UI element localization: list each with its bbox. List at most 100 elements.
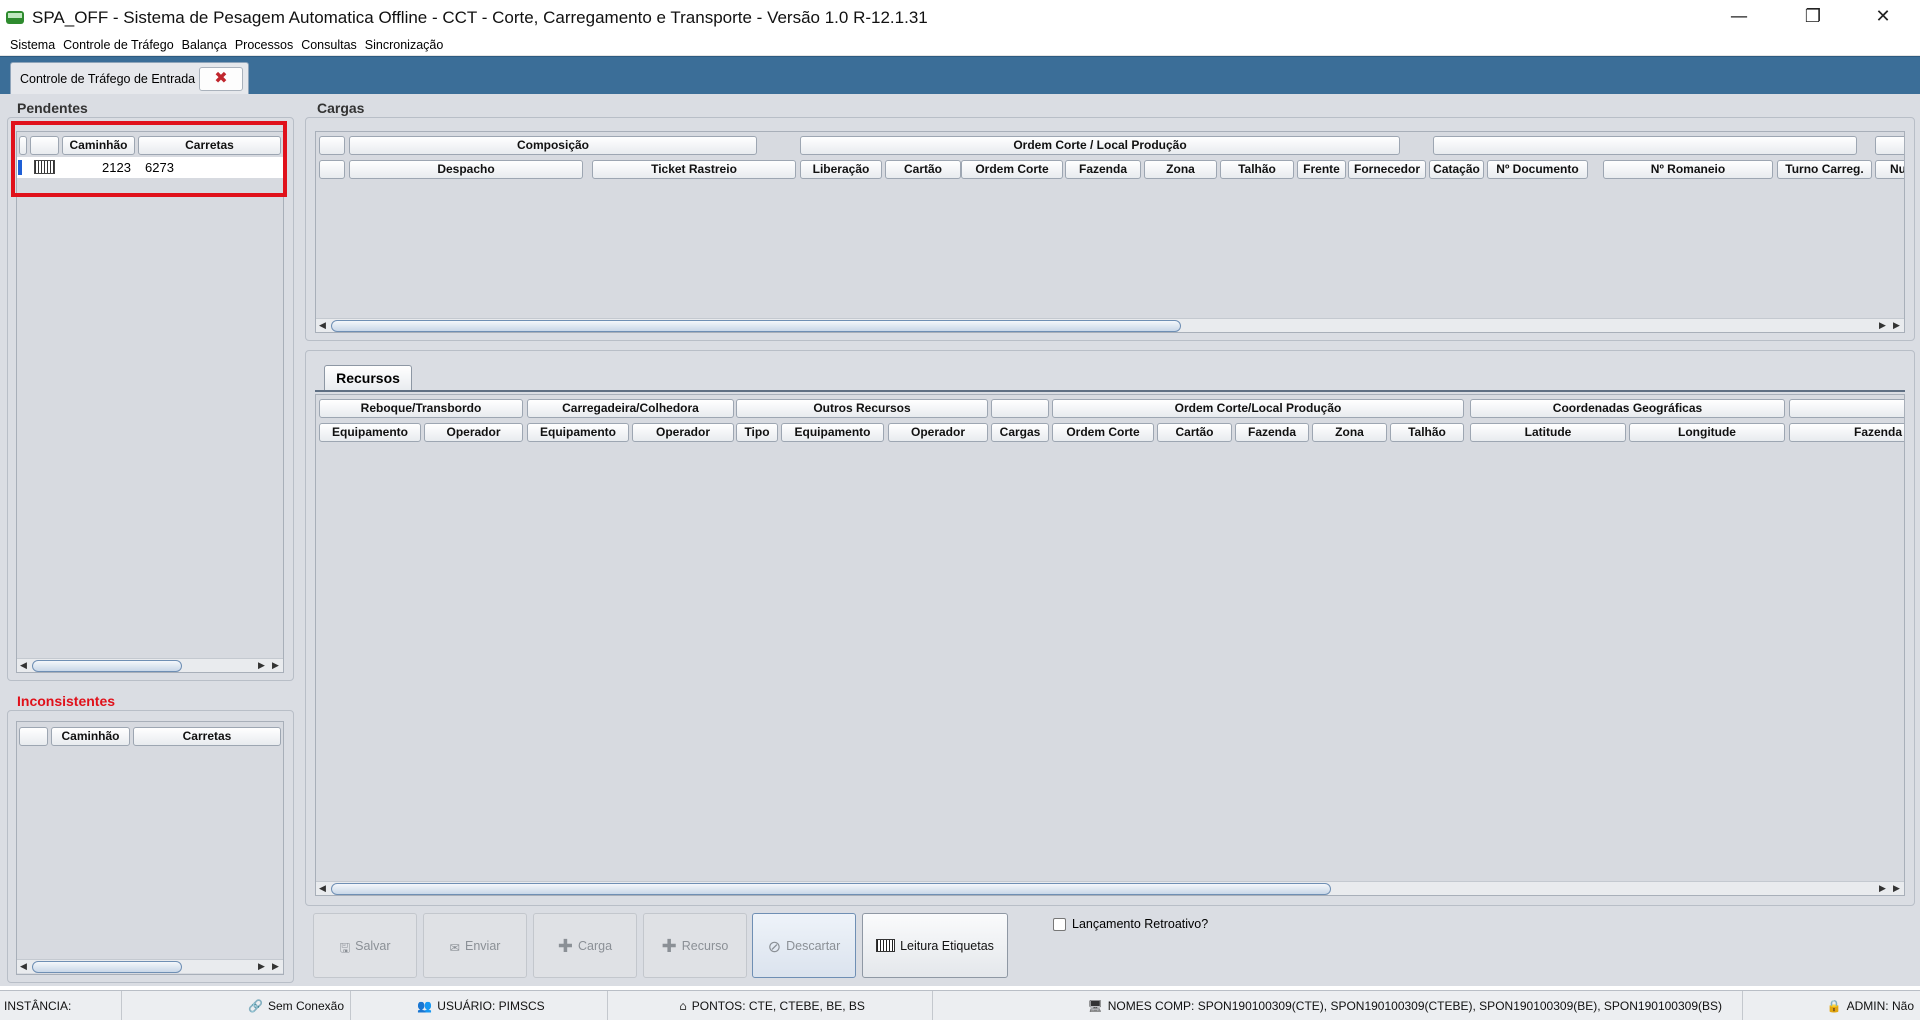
recursos-col-equipamento-2[interactable]: Equipamento <box>527 423 629 442</box>
recursos-col-ordem-corte[interactable]: Ordem Corte <box>1052 423 1154 442</box>
inconsistentes-hscrollbar[interactable]: ◀ ▶ ▶ <box>17 959 283 973</box>
cargas-col-frente[interactable]: Frente <box>1297 160 1346 179</box>
menu-balanca[interactable]: Balança <box>178 34 231 56</box>
menu-sistema[interactable]: Sistema <box>6 34 59 56</box>
recursos-col-operador[interactable]: Operador <box>424 423 523 442</box>
tab-recursos[interactable]: Recursos <box>324 365 412 391</box>
tab-controle-trafego-entrada[interactable]: Controle de Tráfego de Entrada ✖ <box>10 62 249 94</box>
recursos-col-equipamento[interactable]: Equipamento <box>319 423 421 442</box>
recursos-col-cargas[interactable]: Cargas <box>991 423 1049 442</box>
scroll-left-icon[interactable]: ◀ <box>17 960 30 974</box>
scroll-right-icon[interactable]: ▶ <box>255 960 268 974</box>
tab-label: Controle de Tráfego de Entrada <box>20 72 196 86</box>
scroll-right-icon[interactable]: ▶ <box>1876 882 1889 895</box>
recursos-group-blank[interactable] <box>1789 399 1904 418</box>
recursos-col-operador-2[interactable]: Operador <box>632 423 734 442</box>
cargas-col-romaneio[interactable]: Nº Romaneio <box>1603 160 1773 179</box>
document-tab-strip <box>0 56 1920 94</box>
recursos-col-talhao[interactable]: Talhão <box>1390 423 1464 442</box>
pendentes-hscrollbar[interactable]: ◀ ▶ ▶ <box>17 658 283 672</box>
menu-controle-trafego[interactable]: Controle de Tráfego <box>59 34 178 56</box>
menu-sincronizacao[interactable]: Sincronização <box>361 34 448 56</box>
scroll-left-icon[interactable]: ◀ <box>316 319 329 332</box>
cargas-col-nu[interactable]: Nu <box>1875 160 1904 179</box>
inconsistentes-col-select[interactable] <box>19 727 48 746</box>
recursos-group-coordenadas[interactable]: Coordenadas Geográficas <box>1470 399 1785 418</box>
cargas-col-fazenda[interactable]: Fazenda <box>1065 160 1141 179</box>
scroll-right-icon[interactable]: ▶ <box>255 659 268 672</box>
recursos-col-longitude[interactable]: Longitude <box>1629 423 1785 442</box>
descartar-button[interactable]: ⊘ Descartar <box>752 913 856 978</box>
scroll-right-icon[interactable]: ▶ <box>1890 882 1903 895</box>
close-window-button[interactable]: ✕ <box>1850 0 1916 34</box>
scroll-thumb[interactable] <box>32 961 182 973</box>
recurso-label: Recurso <box>681 939 729 953</box>
scroll-right-icon[interactable]: ▶ <box>269 659 282 672</box>
inconsistentes-col-caminhao[interactable]: Caminhão <box>51 727 130 746</box>
status-bar: INSTÂNCIA: 🔗 Sem Conexão 👥 USUÁRIO: PIMSCS… <box>0 990 1920 1020</box>
cargas-group-select[interactable] <box>319 136 345 155</box>
scroll-left-icon[interactable]: ◀ <box>17 659 30 672</box>
cargas-col-talhao[interactable]: Talhão <box>1220 160 1294 179</box>
retroativo-checkbox[interactable] <box>1053 918 1066 931</box>
recursos-group-outros[interactable]: Outros Recursos <box>736 399 988 418</box>
cargas-col-liberacao[interactable]: Liberação <box>800 160 882 179</box>
scale-icon: ⌂ <box>679 999 687 1013</box>
recursos-hscrollbar[interactable]: ◀ ▶ ▶ <box>316 881 1904 895</box>
scroll-right-icon[interactable]: ▶ <box>269 960 282 974</box>
cargas-group-composicao[interactable]: Composição <box>349 136 757 155</box>
recursos-group-carregadeira[interactable]: Carregadeira/Colhedora <box>527 399 734 418</box>
recursos-group-reboque[interactable]: Reboque/Transbordo <box>319 399 523 418</box>
cargas-col-documento[interactable]: Nº Documento <box>1487 160 1588 179</box>
recursos-col-fazenda-2[interactable]: Fazenda <box>1789 423 1904 442</box>
recursos-group-cargas[interactable] <box>991 399 1049 418</box>
scroll-right-icon[interactable]: ▶ <box>1890 319 1903 332</box>
recursos-col-fazenda[interactable]: Fazenda <box>1235 423 1309 442</box>
recursos-col-zona[interactable]: Zona <box>1312 423 1387 442</box>
enviar-button[interactable]: ✉ Enviar <box>423 913 527 978</box>
cargas-col-despacho[interactable]: Despacho <box>349 160 583 179</box>
recursos-col-cartao[interactable]: Cartão <box>1157 423 1232 442</box>
link-icon: 🔗 <box>248 999 263 1013</box>
status-admin-text: ADMIN: Não <box>1846 999 1914 1013</box>
recursos-col-operador-3[interactable]: Operador <box>888 423 988 442</box>
cargas-col-turno[interactable]: Turno Carreg. <box>1777 160 1872 179</box>
cargas-col-cartao[interactable]: Cartão <box>885 160 961 179</box>
cargas-col-ticket[interactable]: Ticket Rastreio <box>592 160 796 179</box>
scroll-thumb[interactable] <box>32 660 182 672</box>
recursos-col-equipamento-3[interactable]: Equipamento <box>781 423 884 442</box>
recursos-col-latitude[interactable]: Latitude <box>1470 423 1626 442</box>
cargas-col-select[interactable] <box>319 160 345 179</box>
add-carga-button[interactable]: ✚ Carga <box>533 913 637 978</box>
scroll-right-icon[interactable]: ▶ <box>1876 319 1889 332</box>
scroll-thumb[interactable] <box>331 320 1181 332</box>
cargas-group-blank-2[interactable] <box>1875 136 1904 155</box>
salvar-button[interactable]: 🖫 Salvar <box>313 913 417 978</box>
recursos-group-ordem-corte[interactable]: Ordem Corte/Local Produção <box>1052 399 1464 418</box>
status-usuario: 👥 USUÁRIO: PIMSCS <box>351 991 608 1020</box>
scroll-left-icon[interactable]: ◀ <box>316 882 329 895</box>
cargas-title: Cargas <box>317 100 365 116</box>
inconsistentes-col-carretas[interactable]: Carretas <box>133 727 281 746</box>
scroll-thumb[interactable] <box>331 883 1331 895</box>
highlight-box <box>11 121 287 197</box>
menu-bar: Sistema Controle de Tráfego Balança Process… <box>0 34 1920 56</box>
menu-consultas[interactable]: Consultas <box>297 34 361 56</box>
cargas-group-ordem-corte[interactable]: Ordem Corte / Local Produção <box>800 136 1400 155</box>
add-recurso-button[interactable]: ✚ Recurso <box>643 913 747 978</box>
plus-icon: ✚ <box>661 936 677 957</box>
cargas-col-catacao[interactable]: Catação <box>1429 160 1484 179</box>
minimize-button[interactable]: — <box>1706 0 1772 34</box>
plus-icon: ✚ <box>557 936 574 957</box>
leitura-etiquetas-button[interactable]: Leitura Etiquetas <box>862 913 1008 978</box>
menu-processos[interactable]: Processos <box>231 34 297 56</box>
status-conexao: 🔗 Sem Conexão <box>122 991 351 1020</box>
recursos-col-tipo[interactable]: Tipo <box>736 423 778 442</box>
cargas-col-ordem-corte[interactable]: Ordem Corte <box>961 160 1063 179</box>
cargas-hscrollbar[interactable]: ◀ ▶ ▶ <box>316 318 1904 332</box>
cargas-col-fornecedor[interactable]: Fornecedor <box>1348 160 1426 179</box>
cargas-col-zona[interactable]: Zona <box>1144 160 1217 179</box>
maximize-button[interactable]: ❐ <box>1780 0 1846 34</box>
cargas-group-blank[interactable] <box>1433 136 1857 155</box>
close-tab-icon[interactable]: ✖ <box>199 67 243 91</box>
